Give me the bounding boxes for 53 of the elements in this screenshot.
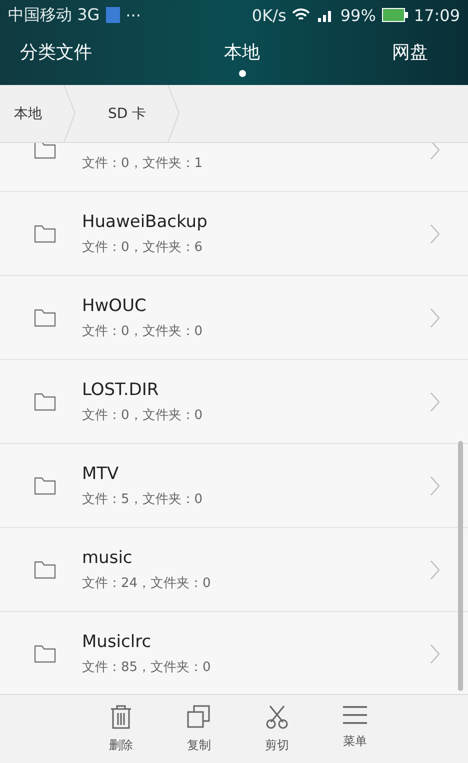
folder-icon — [34, 143, 56, 158]
breadcrumb-item[interactable]: SD 卡 — [94, 85, 198, 142]
folder-info: 文件：0，文件夹：6 — [82, 238, 204, 256]
folder-info: 文件：5，文件夹：0 — [82, 490, 204, 508]
folder-row[interactable]: HwOUC 文件：0，文件夹：0 — [0, 276, 468, 360]
clock: 17:09 — [414, 6, 460, 24]
folder-name: HwOUC — [82, 296, 148, 316]
folder-info: 文件：24，文件夹：0 — [82, 574, 212, 592]
folder-row[interactable]: HuaweiBackup 文件：0，文件夹：6 — [0, 192, 468, 276]
toolbar-button[interactable]: 复制 — [160, 695, 238, 763]
folder-info: 文件：0，文件夹：0 — [82, 406, 204, 424]
wifi-icon — [292, 8, 310, 22]
folder-name: LOST.DIR — [82, 380, 160, 400]
toolbar-button[interactable]: 菜单 — [316, 695, 394, 763]
folder-icon — [34, 392, 56, 410]
battery-percent: 99% — [340, 6, 376, 24]
battery-icon — [382, 8, 408, 22]
network-speed: 0K/s — [252, 6, 286, 24]
chevron-icon — [430, 476, 440, 496]
chevron-icon — [430, 644, 440, 664]
folder-row[interactable]: 文件：0，文件夹：1 — [0, 143, 468, 192]
scrollbar[interactable] — [458, 441, 463, 691]
toolbar-button[interactable]: 剪切 — [238, 695, 316, 763]
tab[interactable]: 本地 — [224, 30, 260, 85]
folder-info: 文件：0，文件夹：0 — [82, 322, 204, 340]
chevron-icon — [430, 392, 440, 412]
folder-icon — [34, 308, 56, 326]
folder-icon — [34, 224, 56, 242]
chevron-icon — [430, 560, 440, 580]
folder-info: 文件：0，文件夹：1 — [82, 154, 204, 172]
tab[interactable]: 网盘 — [392, 30, 428, 85]
chevron-icon — [430, 143, 440, 160]
folder-name: MTV — [82, 464, 120, 484]
folder-icon — [34, 644, 56, 662]
copy-icon — [187, 705, 211, 729]
toolbar-button[interactable]: 删除 — [82, 695, 160, 763]
folder-name: music — [82, 548, 134, 568]
notification-icon — [106, 7, 120, 23]
folder-icon — [34, 560, 56, 578]
breadcrumb-item[interactable]: 本地 — [0, 85, 94, 142]
folder-name: HuaweiBackup — [82, 212, 208, 232]
trash-icon — [110, 705, 132, 729]
more-text: ··· — [126, 6, 141, 24]
menu-icon — [343, 705, 367, 725]
folder-row[interactable]: LOST.DIR 文件：0，文件夹：0 — [0, 360, 468, 444]
scissors-icon — [266, 705, 288, 729]
chevron-icon — [430, 308, 440, 328]
carrier-text: 中国移动 3G — [8, 4, 100, 26]
chevron-icon — [430, 224, 440, 244]
folder-info: 文件：85，文件夹：0 — [82, 658, 212, 676]
folder-name: Musiclrc — [82, 632, 152, 652]
tab[interactable]: 分类文件 — [20, 30, 92, 85]
folder-icon — [34, 476, 56, 494]
